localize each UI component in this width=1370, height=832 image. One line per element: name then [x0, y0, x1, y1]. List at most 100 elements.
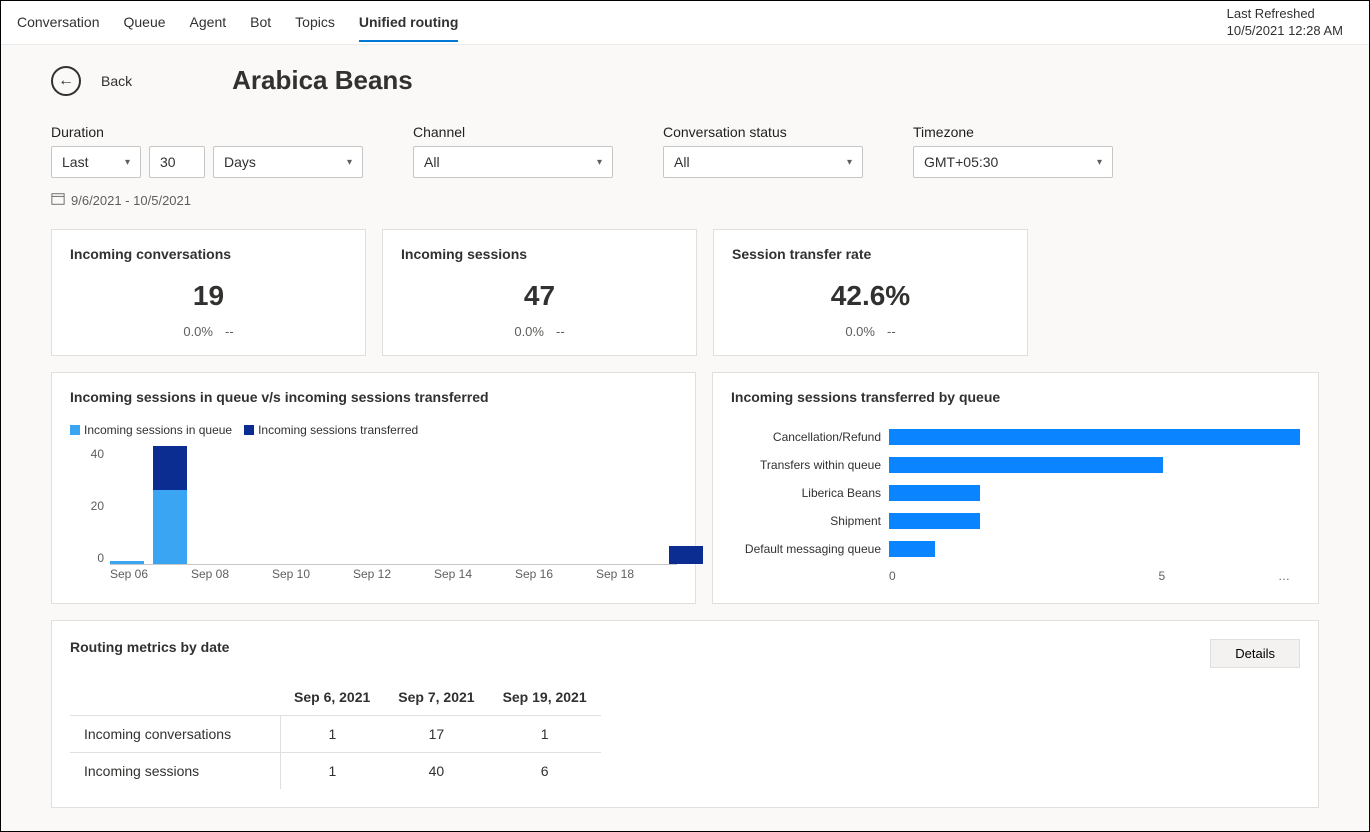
x-tick: Sep 12 [353, 567, 434, 587]
chevron-down-icon: ▾ [1097, 157, 1102, 168]
hbar-label: Default messaging queue [731, 542, 881, 556]
hbar-label: Cancellation/Refund [731, 430, 881, 444]
legend-label: Incoming sessions in queue [84, 423, 232, 437]
chart-sessions-vs-transferred: Incoming sessions in queue v/s incoming … [51, 372, 696, 604]
metrics-title: Routing metrics by date [70, 639, 1300, 655]
chart-title: Incoming sessions in queue v/s incoming … [70, 389, 677, 405]
x-tick: Sep 06 [110, 567, 191, 587]
duration-unit-select[interactable]: Days ▾ [213, 146, 363, 178]
routing-metrics-card: Routing metrics by date Details Sep 6, 2… [51, 620, 1319, 808]
y-tick: 0 [70, 551, 104, 565]
x-tick-ellipsis: … [1278, 569, 1290, 583]
hbar-label: Transfers within queue [731, 458, 881, 472]
hbar-row: Transfers within queue [731, 451, 1300, 479]
tab-agent[interactable]: Agent [190, 4, 227, 42]
kpi-incoming-conversations: Incoming conversations 19 0.0% -- [51, 229, 366, 356]
back-label[interactable]: Back [101, 73, 132, 89]
kpi-delta-dir: -- [225, 324, 234, 339]
hbar [889, 513, 980, 529]
date-range-display: 9/6/2021 - 10/5/2021 [51, 192, 363, 209]
hbar [889, 457, 1163, 473]
timezone-label: Timezone [913, 124, 1113, 140]
timezone-select[interactable]: GMT+05:30 ▾ [913, 146, 1113, 178]
legend-in-queue: Incoming sessions in queue [70, 423, 232, 437]
legend-swatch-icon [244, 425, 254, 435]
chart-title: Incoming sessions transferred by queue [731, 389, 1300, 405]
chart-transferred-by-queue: Incoming sessions transferred by queue C… [712, 372, 1319, 604]
table-row: Incoming conversations 1 17 1 [70, 716, 601, 753]
timezone-value: GMT+05:30 [924, 154, 998, 170]
x-tick: 0 [889, 569, 896, 583]
y-tick: 40 [70, 447, 104, 461]
chevron-down-icon: ▾ [847, 157, 852, 168]
x-tick: Sep 14 [434, 567, 515, 587]
duration-count-select[interactable]: 30 [149, 146, 205, 178]
chevron-down-icon: ▾ [347, 157, 352, 168]
hbar-row: Shipment [731, 507, 1300, 535]
hbar [889, 541, 935, 557]
table-row: Incoming sessions 1 40 6 [70, 753, 601, 790]
last-refreshed-label: Last Refreshed [1227, 6, 1343, 23]
hbar-row: Cancellation/Refund [731, 423, 1300, 451]
status-select[interactable]: All ▾ [663, 146, 863, 178]
kpi-value: 47 [401, 280, 678, 312]
table-cell: 17 [384, 716, 488, 753]
duration-label: Duration [51, 124, 363, 140]
row-header: Incoming conversations [70, 716, 280, 753]
kpi-delta-pct: 0.0% [514, 324, 544, 339]
x-tick: Sep 08 [191, 567, 272, 587]
tab-topics[interactable]: Topics [295, 4, 335, 42]
kpi-delta-pct: 0.0% [183, 324, 213, 339]
bar-segment-in-queue [110, 561, 144, 564]
hbar-row: Liberica Beans [731, 479, 1300, 507]
duration-count-value: 30 [160, 154, 176, 170]
duration-unit-value: Days [224, 154, 256, 170]
channel-select[interactable]: All ▾ [413, 146, 613, 178]
legend-swatch-icon [70, 425, 80, 435]
x-tick: 5 [1159, 569, 1166, 583]
kpi-title: Incoming conversations [70, 246, 347, 262]
bar-segment-in-queue [153, 490, 187, 564]
status-label: Conversation status [663, 124, 863, 140]
kpi-title: Incoming sessions [401, 246, 678, 262]
duration-relative-select[interactable]: Last ▾ [51, 146, 141, 178]
table-cell: 1 [280, 753, 384, 790]
details-button[interactable]: Details [1210, 639, 1300, 668]
table-cell: 40 [384, 753, 488, 790]
table-col-header: Sep 19, 2021 [489, 679, 601, 716]
kpi-value: 19 [70, 280, 347, 312]
bar-column [110, 561, 144, 564]
kpi-delta-dir: -- [556, 324, 565, 339]
bar-segment-transferred [669, 546, 703, 564]
status-value: All [674, 154, 690, 170]
kpi-incoming-sessions: Incoming sessions 47 0.0% -- [382, 229, 697, 356]
table-cell: 1 [489, 716, 601, 753]
date-range-text: 9/6/2021 - 10/5/2021 [71, 193, 191, 208]
table-col-header: Sep 6, 2021 [280, 679, 384, 716]
back-button[interactable]: ← [51, 66, 81, 96]
x-tick: Sep 10 [272, 567, 353, 587]
kpi-delta-pct: 0.0% [845, 324, 875, 339]
row-header: Incoming sessions [70, 753, 280, 790]
kpi-value: 42.6% [732, 280, 1009, 312]
table-cell: 1 [280, 716, 384, 753]
page-title: Arabica Beans [232, 65, 413, 96]
bar-column [153, 446, 187, 564]
hbar [889, 429, 1300, 445]
y-tick: 20 [70, 499, 104, 513]
plot-area: Cancellation/Refund Transfers within queu… [731, 423, 1300, 563]
channel-label: Channel [413, 124, 613, 140]
hbar-label: Liberica Beans [731, 486, 881, 500]
hbar-label: Shipment [731, 514, 881, 528]
hbar-row: Default messaging queue [731, 535, 1300, 563]
tab-bot[interactable]: Bot [250, 4, 271, 42]
chevron-down-icon: ▾ [125, 157, 130, 168]
last-refreshed: Last Refreshed 10/5/2021 12:28 AM [1227, 6, 1353, 40]
arrow-left-icon: ← [58, 72, 74, 90]
legend-transferred: Incoming sessions transferred [244, 423, 418, 437]
tab-queue[interactable]: Queue [124, 4, 166, 42]
tab-unified-routing[interactable]: Unified routing [359, 4, 459, 42]
tab-conversation[interactable]: Conversation [17, 4, 100, 42]
plot-area [110, 447, 677, 565]
channel-value: All [424, 154, 440, 170]
